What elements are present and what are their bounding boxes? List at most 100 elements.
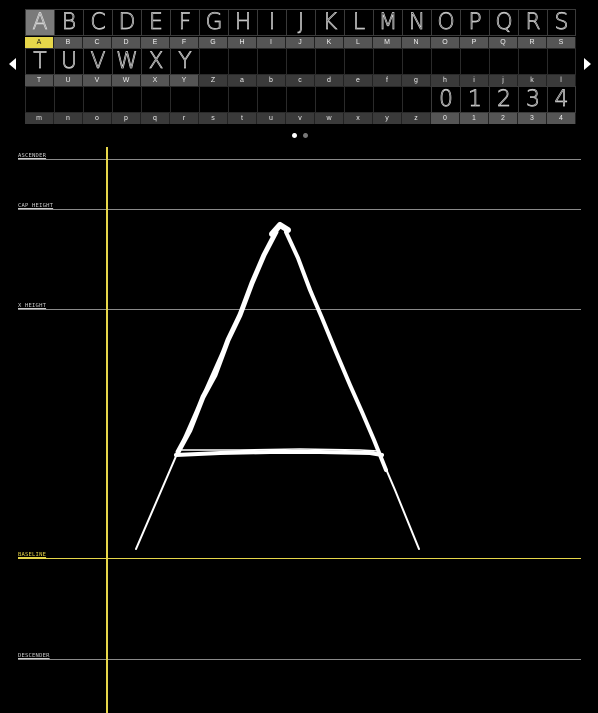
glyph-label-r1-0[interactable]: A — [25, 37, 54, 48]
glyph-cell-r1-13[interactable]: N — [402, 9, 431, 36]
glyph-label-r1-18[interactable]: S — [547, 37, 576, 48]
glyph-cell-r1-5[interactable]: F — [170, 9, 199, 36]
glyph-cell-r1-12[interactable]: M — [373, 9, 402, 36]
glyph-label-r2-10[interactable]: d — [315, 75, 344, 86]
glyph-label-r1-10[interactable]: K — [315, 37, 344, 48]
glyph-cell-r3-10[interactable] — [315, 86, 344, 113]
glyph-cell-r1-7[interactable]: H — [228, 9, 257, 36]
glyph-label-r1-5[interactable]: F — [170, 37, 199, 48]
glyph-cell-r1-11[interactable]: L — [344, 9, 373, 36]
glyph-cell-r3-13[interactable] — [402, 86, 431, 113]
glyph-cell-r2-18[interactable] — [547, 48, 576, 75]
glyph-cell-r1-6[interactable]: G — [199, 9, 228, 36]
glyph-cell-r1-3[interactable]: D — [112, 9, 141, 36]
glyph-cell-r2-14[interactable] — [431, 48, 460, 75]
glyph-cell-r2-12[interactable] — [373, 48, 402, 75]
glyph-label-r3-7[interactable]: t — [228, 113, 257, 124]
glyph-label-r1-15[interactable]: P — [460, 37, 489, 48]
glyph-cell-r3-18[interactable]: 4 — [547, 86, 576, 113]
glyph-label-r2-5[interactable]: Y — [170, 75, 199, 86]
glyph-cell-r3-14[interactable]: 0 — [431, 86, 460, 113]
glyph-cell-r1-17[interactable]: R — [518, 9, 547, 36]
glyph-cell-r1-16[interactable]: Q — [489, 9, 518, 36]
glyph-cell-r3-7[interactable] — [228, 86, 257, 113]
glyph-label-r2-15[interactable]: i — [460, 75, 489, 86]
glyph-cell-r2-11[interactable] — [344, 48, 373, 75]
glyph-label-r2-9[interactable]: c — [286, 75, 315, 86]
glyph-label-r3-3[interactable]: p — [112, 113, 141, 124]
glyph-label-r3-6[interactable]: s — [199, 113, 228, 124]
glyph-drawing[interactable] — [0, 140, 598, 713]
glyph-cell-r2-13[interactable] — [402, 48, 431, 75]
glyph-label-r3-14[interactable]: 0 — [431, 113, 460, 124]
glyph-cell-r3-3[interactable] — [112, 86, 141, 113]
glyph-cell-r3-17[interactable]: 3 — [518, 86, 547, 113]
glyph-cell-r2-1[interactable]: U — [54, 48, 83, 75]
glyph-label-r1-16[interactable]: Q — [489, 37, 518, 48]
glyph-label-r1-3[interactable]: D — [112, 37, 141, 48]
glyph-cell-r1-15[interactable]: P — [460, 9, 489, 36]
glyph-label-r3-2[interactable]: o — [83, 113, 112, 124]
glyph-cell-r2-16[interactable] — [489, 48, 518, 75]
glyph-label-r3-18[interactable]: 4 — [547, 113, 576, 124]
glyph-cell-r1-1[interactable]: B — [54, 9, 83, 36]
glyph-label-r3-17[interactable]: 3 — [518, 113, 547, 124]
glyph-cell-r1-18[interactable]: S — [547, 9, 576, 36]
glyph-label-r2-4[interactable]: X — [141, 75, 170, 86]
glyph-cell-r3-8[interactable] — [257, 86, 286, 113]
glyph-label-r2-17[interactable]: k — [518, 75, 547, 86]
glyph-cell-r3-0[interactable] — [25, 86, 54, 113]
glyph-cell-r3-4[interactable] — [141, 86, 170, 113]
glyph-label-r2-0[interactable]: T — [25, 75, 54, 86]
glyph-label-r3-8[interactable]: u — [257, 113, 286, 124]
glyph-label-r2-7[interactable]: a — [228, 75, 257, 86]
glyph-cell-r3-11[interactable] — [344, 86, 373, 113]
glyph-label-r1-13[interactable]: N — [402, 37, 431, 48]
glyph-label-r2-1[interactable]: U — [54, 75, 83, 86]
glyph-label-r2-6[interactable]: Z — [199, 75, 228, 86]
glyph-cell-r2-8[interactable] — [257, 48, 286, 75]
glyph-label-r2-14[interactable]: h — [431, 75, 460, 86]
glyph-label-r1-1[interactable]: B — [54, 37, 83, 48]
glyph-cell-r3-2[interactable] — [83, 86, 112, 113]
glyph-label-r3-1[interactable]: n — [54, 113, 83, 124]
glyph-cell-r1-9[interactable]: J — [286, 9, 315, 36]
glyph-label-r3-11[interactable]: x — [344, 113, 373, 124]
glyph-label-r2-13[interactable]: g — [402, 75, 431, 86]
glyph-cell-r3-9[interactable] — [286, 86, 315, 113]
glyph-cell-r2-15[interactable] — [460, 48, 489, 75]
glyph-cell-r2-4[interactable]: X — [141, 48, 170, 75]
glyph-label-r2-16[interactable]: j — [489, 75, 518, 86]
glyph-cell-r3-15[interactable]: 1 — [460, 86, 489, 113]
glyph-label-r3-10[interactable]: w — [315, 113, 344, 124]
glyph-cell-r3-5[interactable] — [170, 86, 199, 113]
glyph-cell-r3-16[interactable]: 2 — [489, 86, 518, 113]
page-indicator[interactable] — [292, 133, 308, 138]
glyph-label-r3-12[interactable]: y — [373, 113, 402, 124]
glyph-label-r3-0[interactable]: m — [25, 113, 54, 124]
glyph-label-r1-9[interactable]: J — [286, 37, 315, 48]
glyph-cell-r2-9[interactable] — [286, 48, 315, 75]
glyph-label-r1-8[interactable]: I — [257, 37, 286, 48]
glyph-cell-r1-10[interactable]: K — [315, 9, 344, 36]
glyph-cell-r1-8[interactable]: I — [257, 9, 286, 36]
glyph-cell-r1-4[interactable]: E — [141, 9, 170, 36]
glyph-cell-r3-6[interactable] — [199, 86, 228, 113]
glyph-cell-r2-6[interactable] — [199, 48, 228, 75]
chevron-right-icon[interactable] — [583, 58, 591, 70]
glyph-label-r1-17[interactable]: R — [518, 37, 547, 48]
glyph-label-r1-2[interactable]: C — [83, 37, 112, 48]
glyph-label-r2-3[interactable]: W — [112, 75, 141, 86]
glyph-label-r1-4[interactable]: E — [141, 37, 170, 48]
glyph-cell-r2-10[interactable] — [315, 48, 344, 75]
glyph-label-r3-4[interactable]: q — [141, 113, 170, 124]
glyph-label-r2-2[interactable]: V — [83, 75, 112, 86]
glyph-label-r2-8[interactable]: b — [257, 75, 286, 86]
glyph-label-r1-6[interactable]: G — [199, 37, 228, 48]
glyph-label-r1-12[interactable]: M — [373, 37, 402, 48]
glyph-label-r1-11[interactable]: L — [344, 37, 373, 48]
glyph-cell-r3-12[interactable] — [373, 86, 402, 113]
glyph-label-r2-18[interactable]: l — [547, 75, 576, 86]
glyph-label-r1-14[interactable]: O — [431, 37, 460, 48]
glyph-cell-r2-7[interactable] — [228, 48, 257, 75]
